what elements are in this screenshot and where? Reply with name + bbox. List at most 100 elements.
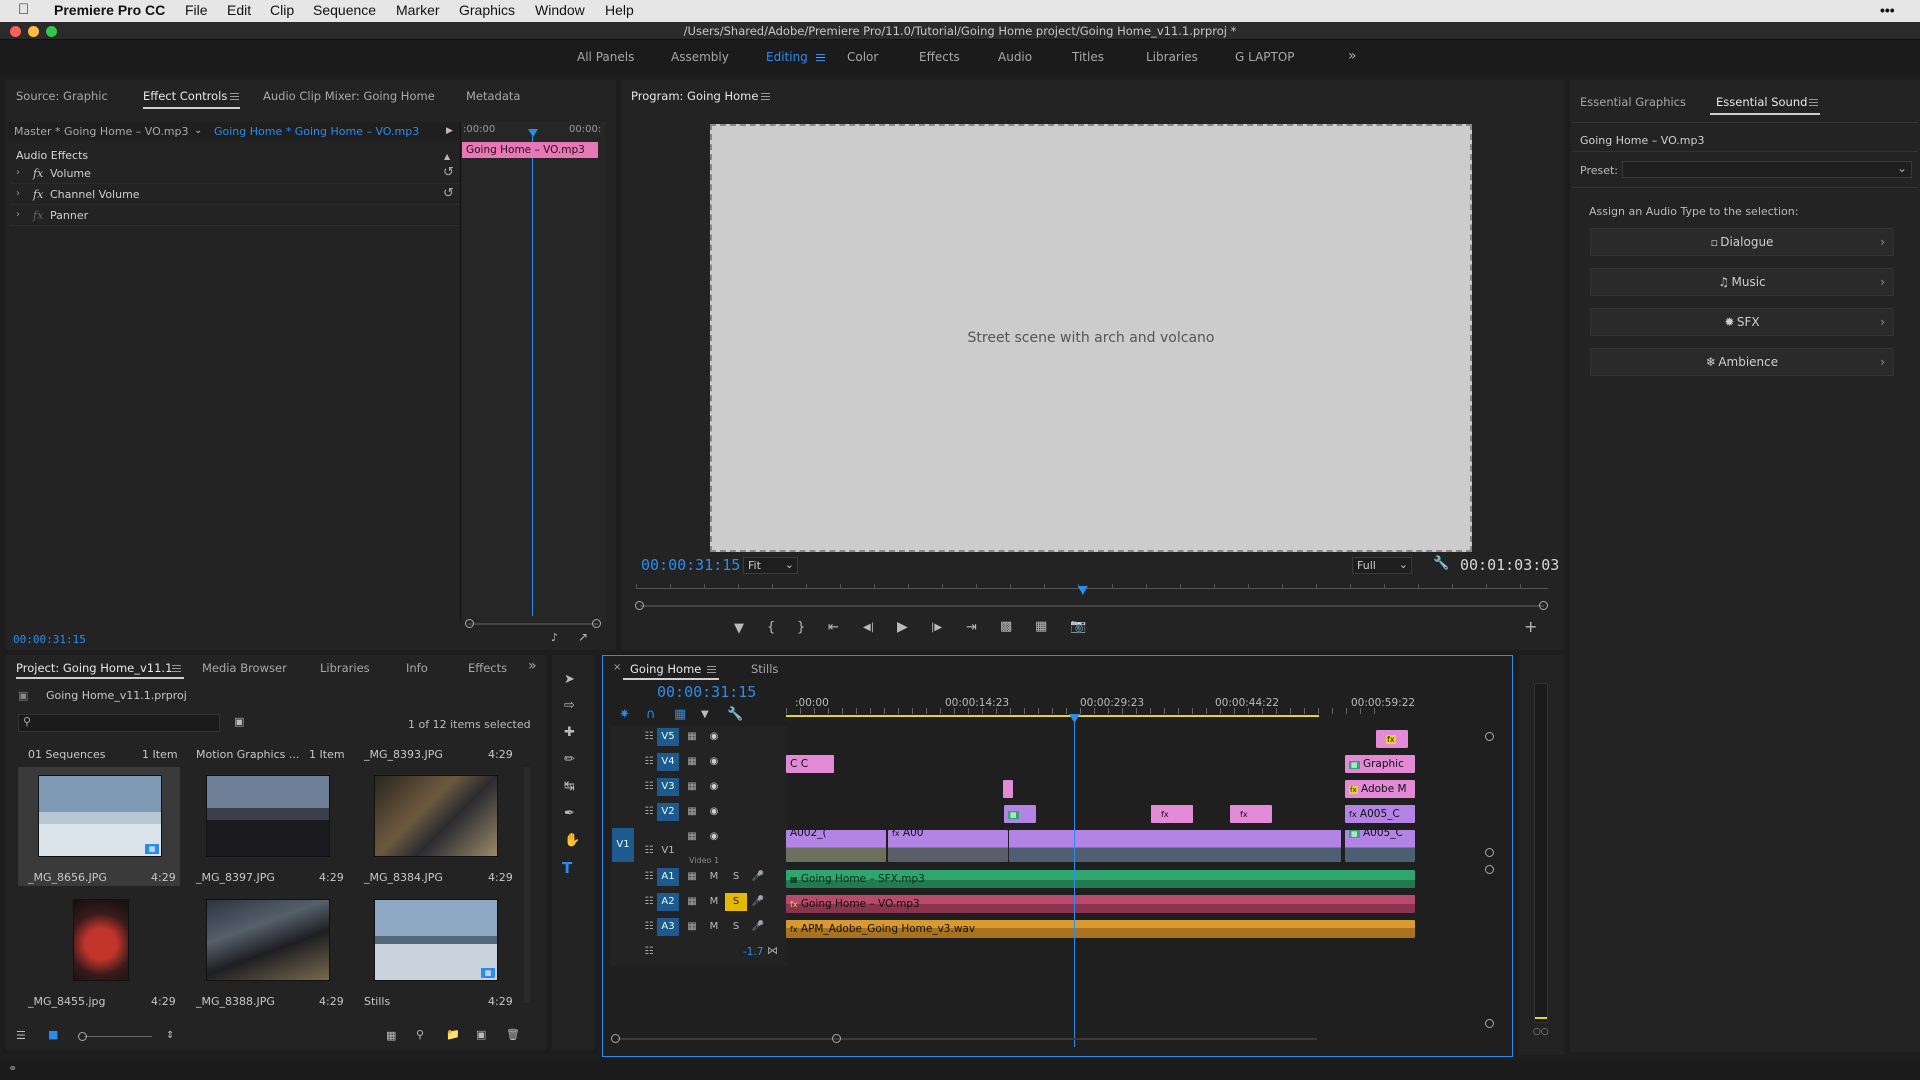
export-icon[interactable]: ↗ [578, 630, 588, 644]
master-volume-value[interactable]: -1.7 [743, 946, 764, 958]
clip-v1-a005[interactable]: ▦ A005_C [1345, 830, 1415, 862]
trash-icon[interactable]: 🗑 [506, 1028, 520, 1042]
sync-lock-icon[interactable]: ▦ [681, 803, 703, 821]
bin-sequences-name[interactable]: 01 Sequences [28, 748, 105, 761]
mark-out-icon[interactable]: } [797, 621, 805, 635]
microphone-icon[interactable]: 🎤 [747, 868, 769, 886]
export-frame-icon[interactable]: 📷 [1070, 620, 1086, 634]
fit-select[interactable]: Fit ⌄ [743, 557, 798, 574]
extract-icon[interactable]: ▦ [1035, 620, 1047, 634]
slip-tool-icon[interactable]: ↹ [564, 780, 575, 794]
step-forward-icon[interactable]: |▶ [931, 621, 942, 635]
menu-marker[interactable]: Marker [396, 2, 440, 18]
solo-button[interactable]: S [725, 868, 747, 886]
item-mg8393-name[interactable]: _MG_8393.JPG [364, 748, 443, 761]
fx-icon[interactable]: fx [33, 188, 43, 201]
preset-select[interactable]: ⌄ [1622, 161, 1912, 178]
thumbnail-mg8656[interactable]: ▦ [38, 775, 162, 857]
new-search-bin-icon[interactable]: ▣ [234, 715, 244, 729]
fx-icon[interactable]: fx [33, 167, 43, 180]
microphone-icon[interactable]: 🎤 [747, 918, 769, 936]
clip-a1-sfx[interactable]: ▦ Going Home – SFX.mp3 [786, 870, 1415, 888]
zoom-handle-right[interactable] [592, 619, 601, 628]
track-select-tool-icon[interactable]: ⇨ [564, 699, 575, 713]
tab-libraries[interactable]: Libraries [320, 661, 370, 675]
more-workspaces-icon[interactable]: » [1348, 48, 1357, 64]
eye-icon[interactable]: ◉ [703, 728, 725, 746]
timeline-ruler-ticks[interactable] [786, 708, 1386, 714]
fx-icon[interactable]: fx [33, 209, 43, 222]
sequence-clip-label[interactable]: Going Home * Going Home – VO.mp3 [214, 125, 419, 138]
type-tool-icon[interactable]: T [562, 861, 572, 876]
expand-chevron-icon[interactable]: › [16, 188, 20, 199]
thumbnail-mg8384[interactable] [374, 775, 498, 857]
vertical-scroll-handle[interactable] [1485, 848, 1494, 857]
play-icon[interactable]: ▶ [897, 620, 908, 634]
music-button[interactable]: ♫ Music › [1590, 268, 1894, 296]
zoom-handle-right[interactable] [832, 1034, 841, 1043]
microphone-icon[interactable]: 🎤 [747, 893, 769, 911]
track-target-v3[interactable]: V3 [657, 778, 679, 796]
clip-v5-graphic[interactable]: fx [1376, 730, 1408, 748]
menu-sequence[interactable]: Sequence [313, 2, 376, 18]
ambience-button[interactable]: ❄ Ambience › [1590, 348, 1894, 376]
menu-graphics[interactable]: Graphics [459, 2, 515, 18]
tab-metadata[interactable]: Metadata [466, 89, 520, 103]
program-video-frame[interactable]: Street scene with arch and volcano [710, 124, 1472, 552]
expand-chevron-icon[interactable]: › [16, 209, 20, 220]
track-target-a1[interactable]: A1 [657, 868, 679, 886]
project-scrollbar[interactable] [524, 767, 530, 1003]
mute-button[interactable]: M [703, 918, 725, 936]
filter-audio-icon[interactable]: ♪ [551, 631, 558, 645]
sync-lock-icon[interactable]: ▦ [681, 753, 703, 771]
vertical-scroll-handle[interactable] [1485, 732, 1494, 741]
track-target-v2[interactable]: V2 [657, 803, 679, 821]
zoom-handle-left[interactable] [635, 601, 644, 610]
clip-v1-group[interactable] [1009, 830, 1341, 862]
vertical-scroll-handle[interactable] [1485, 865, 1494, 874]
status-icon[interactable]: ⚭ [8, 1062, 17, 1075]
workspace-g-laptop[interactable]: G LAPTOP [1235, 50, 1295, 64]
clip-v2-a[interactable]: ▦ [1004, 805, 1036, 823]
play-only-clip-icon[interactable]: ▶ [446, 124, 453, 138]
effect-row-panner[interactable]: › fx Panner [10, 206, 460, 226]
track-target-v5[interactable]: V5 [657, 728, 679, 746]
mute-button[interactable]: M [703, 893, 725, 911]
sync-lock-icon[interactable]: ▦ [681, 893, 703, 911]
eye-icon[interactable]: ◉ [703, 753, 725, 771]
selection-tool-icon[interactable]: ➤ [564, 673, 575, 687]
chevron-down-icon[interactable]: ⌄ [194, 124, 202, 138]
list-view-icon[interactable]: ☰ [16, 1029, 26, 1043]
playhead-marker[interactable] [528, 129, 538, 137]
workspace-color[interactable]: Color [847, 50, 878, 64]
menu-edit[interactable]: Edit [227, 2, 251, 18]
thumbnail-mg8455[interactable] [73, 899, 129, 981]
effect-controls-menu-icon[interactable] [230, 93, 239, 100]
tab-sequence-going-home[interactable]: Going Home [630, 662, 701, 676]
effect-row-channel-volume[interactable]: › fx Channel Volume ↺ [10, 185, 460, 205]
lock-icon[interactable]: ☷ [638, 943, 660, 961]
track-target-a3[interactable]: A3 [657, 918, 679, 936]
ripple-edit-tool-icon[interactable]: ✚ [564, 726, 575, 740]
tab-info[interactable]: Info [406, 661, 428, 675]
workspace-editing-menu-icon[interactable] [816, 54, 825, 61]
tab-media-browser[interactable]: Media Browser [202, 661, 287, 675]
sfx-button[interactable]: ✹ SFX › [1590, 308, 1894, 336]
sync-lock-icon[interactable]: ▦ [681, 918, 703, 936]
slider-handle[interactable] [78, 1032, 87, 1041]
tab-essential-graphics[interactable]: Essential Graphics [1580, 95, 1686, 109]
go-to-in-icon[interactable]: ⇤ [828, 621, 839, 635]
reset-effect-icon[interactable]: ↺ [443, 186, 454, 201]
tab-audio-clip-mixer[interactable]: Audio Clip Mixer: Going Home [263, 89, 435, 103]
button-editor-plus-icon[interactable]: + [1524, 619, 1537, 635]
go-to-out-icon[interactable]: ⇥ [966, 621, 977, 635]
workspace-effects[interactable]: Effects [919, 50, 960, 64]
automate-to-sequence-icon[interactable]: ▦ [386, 1029, 396, 1043]
new-item-icon[interactable]: ▣ [476, 1028, 486, 1042]
workspace-all-panels[interactable]: All Panels [577, 50, 634, 64]
solo-button[interactable]: S [725, 918, 747, 936]
zoom-handle-right[interactable] [1539, 601, 1548, 610]
workspace-editing[interactable]: Editing [766, 50, 808, 64]
workspace-audio[interactable]: Audio [998, 50, 1032, 64]
clip-v1-a002[interactable]: A002_( [786, 830, 886, 862]
